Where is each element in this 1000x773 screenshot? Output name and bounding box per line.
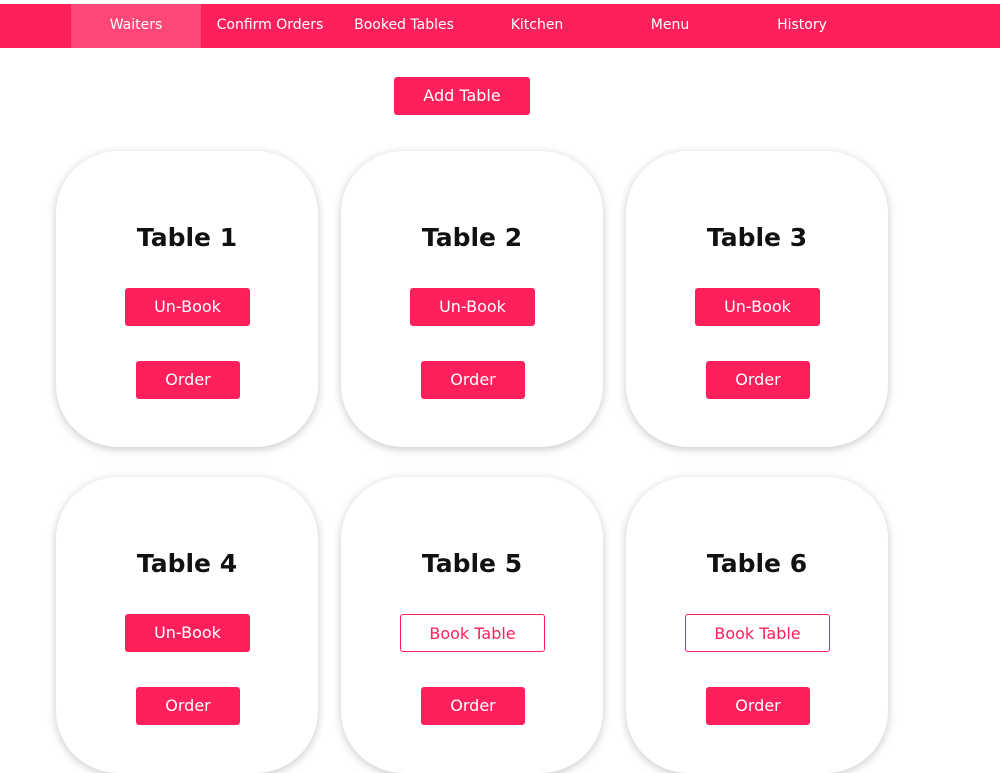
order-button[interactable]: Order (136, 687, 240, 725)
unbook-button[interactable]: Un-Book (125, 614, 250, 652)
add-table-button[interactable]: Add Table (394, 77, 530, 115)
table-title: Table 1 (136, 223, 238, 252)
nav-item-menu[interactable]: Menu (605, 4, 735, 48)
unbook-button[interactable]: Un-Book (125, 288, 250, 326)
order-button[interactable]: Order (421, 687, 525, 725)
nav-item-booked-tables[interactable]: Booked Tables (339, 4, 469, 48)
order-button[interactable]: Order (421, 361, 525, 399)
table-card-5: Table 5 Book Table Order (341, 477, 603, 773)
nav-item-waiters[interactable]: Waiters (71, 4, 201, 48)
book-table-button[interactable]: Book Table (400, 614, 545, 652)
nav-item-confirm-orders[interactable]: Confirm Orders (205, 4, 335, 48)
table-card-2: Table 2 Un-Book Order (341, 151, 603, 447)
order-button[interactable]: Order (706, 687, 810, 725)
nav-item-history[interactable]: History (737, 4, 867, 48)
order-button[interactable]: Order (706, 361, 810, 399)
table-card-3: Table 3 Un-Book Order (626, 151, 888, 447)
table-card-6: Table 6 Book Table Order (626, 477, 888, 773)
table-card-1: Table 1 Un-Book Order (56, 151, 318, 447)
unbook-button[interactable]: Un-Book (695, 288, 820, 326)
nav-item-kitchen[interactable]: Kitchen (472, 4, 602, 48)
table-title: Table 2 (421, 223, 523, 252)
unbook-button[interactable]: Un-Book (410, 288, 535, 326)
table-title: Table 6 (706, 549, 808, 578)
table-title: Table 4 (136, 549, 238, 578)
table-title: Table 5 (421, 549, 523, 578)
table-card-4: Table 4 Un-Book Order (56, 477, 318, 773)
order-button[interactable]: Order (136, 361, 240, 399)
table-title: Table 3 (706, 223, 808, 252)
top-navbar: Waiters Confirm Orders Booked Tables Kit… (0, 4, 1000, 48)
book-table-button[interactable]: Book Table (685, 614, 830, 652)
